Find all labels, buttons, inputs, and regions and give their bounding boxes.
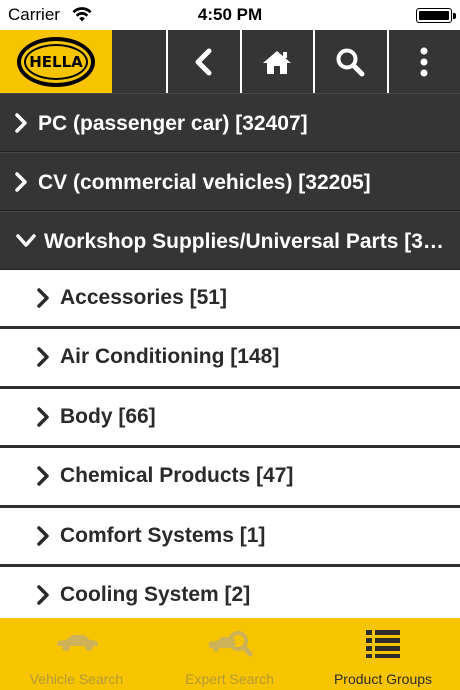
- more-vertical-icon: [420, 47, 428, 76]
- hella-logo: HELLA: [0, 30, 112, 93]
- tab-label: Expert Search: [185, 671, 274, 687]
- tab-bar: Vehicle Search Expert Search Product Gro…: [0, 618, 460, 690]
- subcategory-label: Comfort Systems [1]: [60, 523, 266, 547]
- back-button[interactable]: [166, 30, 238, 93]
- home-button[interactable]: [240, 30, 312, 93]
- expert-search-icon: [208, 631, 252, 657]
- tab-expert-search[interactable]: Expert Search: [153, 618, 306, 690]
- subcategory-label: Accessories [51]: [60, 286, 227, 309]
- tab-label: Product Groups: [333, 671, 433, 687]
- chevron-down-icon: [16, 234, 36, 247]
- chevron-right-icon: [15, 113, 27, 133]
- category-row-workshop-supplies[interactable]: Workshop Supplies/Universal Parts [3115]: [0, 211, 460, 270]
- subcategory-label: Cooling System [2]: [60, 582, 251, 606]
- category-label: PC (passenger car) [32407]: [38, 112, 308, 135]
- subcategory-label: Air Conditioning [148]: [60, 345, 280, 369]
- chevron-right-icon: [37, 585, 49, 605]
- subcategory-row[interactable]: Body [66]: [0, 388, 460, 449]
- category-label: Workshop Supplies/Universal Parts [3115]: [44, 230, 446, 253]
- subcategory-row[interactable]: Chemical Products [47]: [0, 448, 460, 508]
- subcategory-row[interactable]: Cooling System [2]: [0, 566, 460, 618]
- app-header: HELLA: [0, 30, 460, 93]
- chevron-left-icon: [195, 48, 212, 75]
- car-icon: [56, 635, 98, 651]
- logo-oval: HELLA: [17, 36, 95, 87]
- chevron-right-icon: [37, 466, 49, 486]
- chevron-right-icon: [15, 172, 27, 192]
- more-button[interactable]: [387, 30, 459, 93]
- category-label: CV (commercial vehicles) [32205]: [38, 171, 371, 194]
- subcategory-row[interactable]: Comfort Systems [1]: [0, 507, 460, 567]
- logo-text: HELLA: [29, 52, 83, 71]
- tab-product-groups[interactable]: Product Groups: [306, 618, 460, 690]
- subcategory-row[interactable]: Air Conditioning [148]: [0, 329, 460, 389]
- search-icon: [336, 48, 365, 76]
- search-button[interactable]: [313, 30, 385, 93]
- product-group-list: PC (passenger car) [32407] CV (commercia…: [0, 93, 460, 618]
- category-row-cv[interactable]: CV (commercial vehicles) [32205]: [0, 152, 460, 211]
- chevron-right-icon: [37, 525, 49, 546]
- chevron-right-icon: [37, 288, 49, 308]
- status-time: 4:50 PM: [197, 5, 263, 24]
- battery-icon: [416, 8, 456, 23]
- subcategory-row[interactable]: Accessories [51]: [0, 270, 460, 330]
- home-icon: [263, 50, 291, 74]
- chevron-right-icon: [37, 407, 49, 427]
- status-bar: Carrier 4:50 PM: [0, 0, 460, 30]
- subcategory-label: Chemical Products [47]: [60, 464, 294, 488]
- subcategory-label: Body [66]: [60, 404, 156, 428]
- category-row-pc[interactable]: PC (passenger car) [32407]: [0, 93, 460, 152]
- chevron-right-icon: [37, 347, 49, 368]
- tab-label: Vehicle Search: [29, 671, 124, 687]
- tab-vehicle-search[interactable]: Vehicle Search: [0, 618, 153, 690]
- list-icon: [366, 630, 400, 658]
